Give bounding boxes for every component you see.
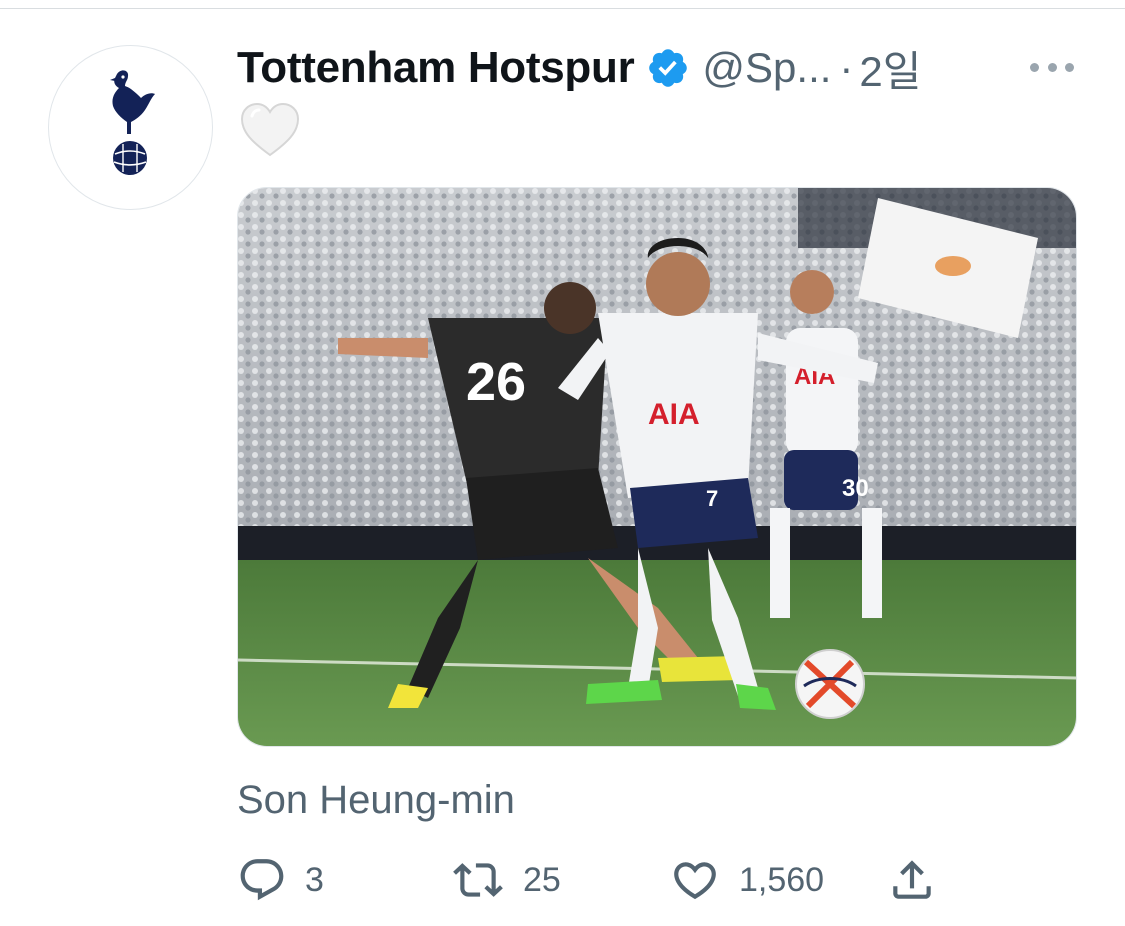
like-count: 1,560 bbox=[739, 860, 825, 899]
cockerel-crest-icon bbox=[109, 69, 155, 175]
like-button[interactable]: 1,560 bbox=[669, 850, 824, 910]
white-heart-icon bbox=[240, 102, 300, 158]
timestamp[interactable]: 2일 bbox=[859, 38, 921, 99]
svg-text:30: 30 bbox=[842, 475, 869, 502]
tweet-header: Tottenham Hotspur @Sp... · 2일 bbox=[237, 40, 1097, 96]
share-icon bbox=[893, 860, 931, 899]
retweet-icon bbox=[453, 863, 503, 897]
reply-count: 3 bbox=[305, 860, 324, 899]
svg-text:7: 7 bbox=[706, 486, 718, 511]
tweet-actions: 3 25 1,560 bbox=[237, 850, 957, 910]
verified-badge-icon bbox=[646, 46, 690, 90]
more-options-icon[interactable] bbox=[1030, 58, 1074, 76]
avatar[interactable] bbox=[48, 45, 213, 210]
tweet-media-photo[interactable]: 30 AIA 26 AIA 7 bbox=[237, 187, 1077, 747]
heart-outline-icon bbox=[674, 862, 716, 900]
top-divider bbox=[0, 8, 1125, 9]
reply-icon bbox=[240, 859, 284, 901]
display-name[interactable]: Tottenham Hotspur bbox=[237, 43, 635, 93]
share-button[interactable] bbox=[887, 850, 937, 910]
retweet-count: 25 bbox=[523, 860, 561, 899]
author-handle[interactable]: @Sp... bbox=[702, 44, 831, 92]
svg-text:26: 26 bbox=[466, 352, 526, 412]
reply-button[interactable]: 3 bbox=[237, 850, 324, 910]
svg-text:AIA: AIA bbox=[648, 398, 700, 431]
tweet-caption: Son Heung-min bbox=[237, 778, 515, 822]
separator-dot: · bbox=[839, 44, 854, 91]
retweet-button[interactable]: 25 bbox=[451, 850, 561, 910]
